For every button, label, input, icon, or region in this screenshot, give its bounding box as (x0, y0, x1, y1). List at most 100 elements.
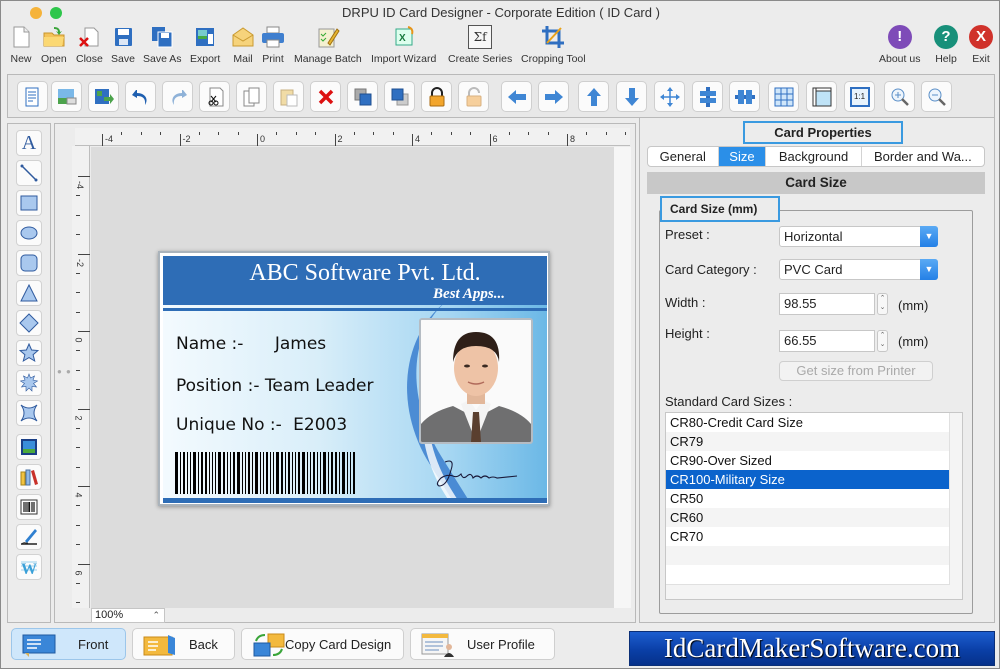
export-button[interactable]: Export (190, 25, 220, 65)
signature-tool-button[interactable] (16, 524, 42, 550)
ruler-label: 0 (73, 337, 84, 343)
zoom-out-button[interactable] (921, 81, 952, 112)
barcode-bar (255, 452, 258, 494)
panel-title: Card Properties (743, 121, 903, 144)
mail-button[interactable]: Mail (231, 25, 255, 65)
about-us-button[interactable]: ! About us (879, 25, 920, 65)
import-wizard-button[interactable]: X Import Wizard (371, 25, 436, 65)
info-exclamation-icon: ! (887, 25, 912, 49)
ruler-button[interactable] (806, 81, 837, 112)
ellipse-tool-button[interactable] (16, 220, 42, 246)
back-side-button[interactable]: Back (132, 628, 235, 660)
save-button[interactable]: Save (111, 25, 135, 65)
delete-button[interactable] (310, 81, 341, 112)
ruler-icon (812, 87, 831, 106)
move-down-button[interactable] (616, 81, 647, 112)
width-input[interactable]: 98.55 (779, 293, 875, 315)
list-item[interactable]: CR79 (666, 432, 949, 451)
horizontal-ruler: -4 -2 0 2 4 6 8 (75, 128, 630, 146)
zoom-out-icon (928, 88, 946, 106)
preset-select[interactable]: Horizontal ▼ (779, 226, 938, 247)
properties-button[interactable] (17, 81, 48, 112)
text-tool-button[interactable]: A (16, 130, 42, 156)
picture-tool-button[interactable] (16, 434, 42, 460)
tab-general[interactable]: General (648, 147, 719, 166)
save-as-button[interactable]: Save As (143, 25, 182, 65)
barcode-icon (20, 499, 38, 515)
list-item[interactable]: CR100-Military Size (666, 470, 949, 489)
rectangle-tool-button[interactable] (16, 190, 42, 216)
open-button[interactable]: Open (41, 25, 67, 65)
height-input[interactable]: 66.55 (779, 330, 875, 352)
height-unit: (mm) (898, 334, 929, 349)
move-up-button[interactable] (578, 81, 609, 112)
unlock-button[interactable] (458, 81, 489, 112)
triangle-tool-button[interactable] (16, 280, 42, 306)
height-stepper[interactable]: ⌃ ⌄ (877, 330, 888, 352)
user-profile-button[interactable]: User Profile (410, 628, 555, 660)
insert-image-button[interactable] (51, 81, 82, 112)
list-item[interactable]: CR60 (666, 508, 949, 527)
brand-banner[interactable]: IdCardMakerSoftware.com (629, 631, 995, 666)
tab-border-and-watermark[interactable]: Border and Wa... (862, 147, 984, 166)
redo-button[interactable] (162, 81, 193, 112)
close-button[interactable]: Close (76, 25, 103, 65)
copy-card-design-button[interactable]: Copy Card Design (241, 628, 404, 660)
grid-button[interactable] (768, 81, 799, 112)
list-item[interactable]: CR70 (666, 527, 949, 546)
paste-button[interactable] (273, 81, 304, 112)
move-left-button[interactable] (501, 81, 532, 112)
cropping-tool-button[interactable]: Cropping Tool (521, 25, 586, 65)
tab-background[interactable]: Background (766, 147, 862, 166)
align-center-horizontal-button[interactable] (692, 81, 723, 112)
get-size-from-printer-button[interactable]: Get size from Printer (779, 361, 933, 381)
concave-star-tool-button[interactable] (16, 400, 42, 426)
lock-button[interactable] (421, 81, 452, 112)
cut-button[interactable] (199, 81, 230, 112)
help-button[interactable]: ? Help (934, 25, 958, 65)
create-series-button[interactable]: Σf Create Series (448, 25, 512, 65)
manage-batch-button[interactable]: Manage Batch (294, 25, 362, 65)
new-button[interactable]: New (9, 25, 33, 65)
minimize-button[interactable] (30, 7, 42, 19)
barcode-bar (175, 452, 178, 494)
zoom-level-select[interactable]: 100% ⌃⌄ (91, 608, 165, 633)
ruler-minor-tick (431, 132, 433, 135)
barcode-bar (342, 452, 345, 494)
preset-label: Preset : (665, 227, 710, 242)
undo-button[interactable] (125, 81, 156, 112)
watermark-tool-button[interactable]: W (16, 554, 42, 580)
align-center-vertical-button[interactable] (729, 81, 760, 112)
open-folder-icon (43, 27, 65, 47)
barcode-tool-button[interactable] (16, 494, 42, 520)
front-side-button[interactable]: Front (11, 628, 126, 660)
print-button[interactable]: Print (261, 25, 285, 65)
list-item[interactable]: CR90-Over Sized (666, 451, 949, 470)
zoom-in-button[interactable] (884, 81, 915, 112)
id-card-preview[interactable]: ABC Software Pvt. Ltd. Best Apps... Name… (158, 251, 550, 506)
ruler-major-tick (257, 134, 258, 146)
move-right-button[interactable] (538, 81, 569, 112)
library-tool-button[interactable] (16, 464, 42, 490)
diamond-tool-button[interactable] (16, 310, 42, 336)
barcode-bar (273, 452, 274, 494)
zoom-button[interactable] (50, 7, 62, 19)
list-item[interactable]: CR80-Credit Card Size (666, 413, 949, 432)
exit-button[interactable]: X Exit (969, 25, 993, 65)
star-tool-button[interactable] (16, 340, 42, 366)
width-stepper[interactable]: ⌃ ⌄ (877, 293, 888, 315)
tab-size[interactable]: Size (718, 147, 767, 166)
burst-tool-button[interactable] (16, 370, 42, 396)
list-item[interactable]: CR50 (666, 489, 949, 508)
copy-button[interactable] (236, 81, 267, 112)
actual-size-button[interactable]: 1:1 (844, 81, 875, 112)
card-category-select[interactable]: PVC Card ▼ (779, 259, 938, 280)
line-tool-button[interactable] (16, 160, 42, 186)
send-to-back-button[interactable] (384, 81, 415, 112)
standard-sizes-list[interactable]: CR80-Credit Card Size CR79 CR90-Over Sized… (665, 412, 963, 600)
export-image-button[interactable] (88, 81, 119, 112)
rounded-rectangle-tool-button[interactable] (16, 250, 42, 276)
panel-splitter-handle[interactable]: ● ● (57, 367, 72, 376)
bring-to-front-button[interactable] (347, 81, 378, 112)
center-button[interactable] (654, 81, 685, 112)
